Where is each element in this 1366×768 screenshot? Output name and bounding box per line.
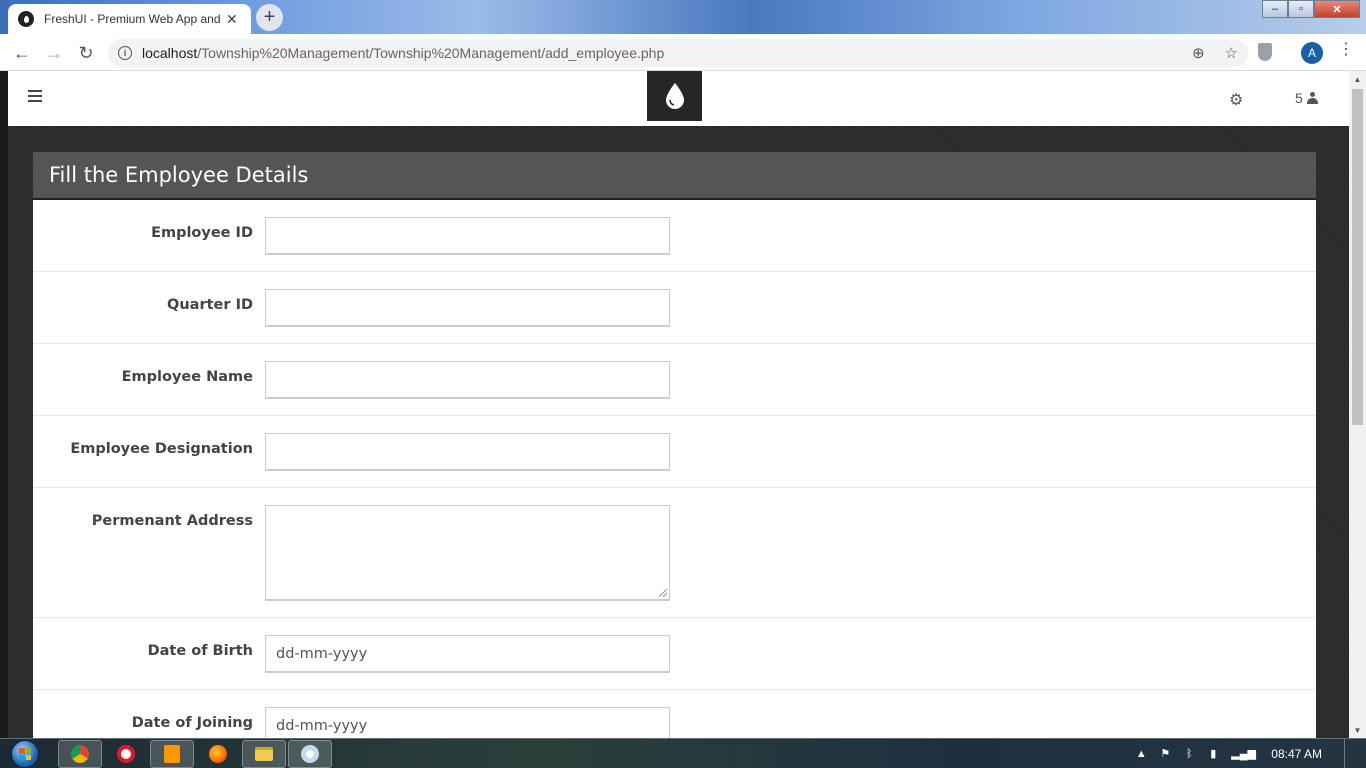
date-of-joining-input[interactable]: dd-mm-yyyy	[265, 707, 670, 738]
date-of-birth-label: Date of Birth	[147, 643, 253, 659]
permanent-address-label: Permenant Address	[91, 513, 253, 529]
paint-icon	[301, 745, 319, 763]
new-tab-button[interactable]: +	[256, 4, 283, 31]
employee-designation-label: Employee Designation	[70, 441, 253, 457]
url-text: localhost/Township%20Management/Township…	[142, 45, 665, 61]
quarter-id-label: Quarter ID	[167, 297, 253, 313]
show-desktop-button[interactable]	[1344, 739, 1356, 768]
firefox-icon	[209, 745, 227, 763]
reload-icon[interactable]: ↻	[74, 41, 98, 65]
tab-title: FreshUI - Premium Web App and	[44, 12, 220, 26]
forward-arrow-icon[interactable]: →	[42, 41, 66, 65]
employee-designation-input[interactable]	[265, 433, 670, 471]
employee-form-panel: Fill the Employee Details Employee ID Qu…	[33, 152, 1316, 738]
water-drop-icon	[665, 83, 684, 109]
show-hidden-icons-icon[interactable]: ▲	[1135, 748, 1147, 760]
taskbar-chrome[interactable]	[58, 740, 102, 768]
os-taskbar: ▲ ⚑ ᛒ ▮ ▂▄▆ 08:47 AM	[0, 738, 1366, 768]
page-scrollbar[interactable]: ▲ ▼	[1349, 71, 1366, 738]
power-icon[interactable]: ▮	[1207, 748, 1219, 760]
date-of-birth-input[interactable]: dd-mm-yyyy	[265, 635, 670, 673]
folder-icon	[255, 747, 273, 761]
taskbar-explorer[interactable]	[242, 740, 286, 768]
taskbar-paint[interactable]	[288, 740, 332, 768]
scroll-down-arrow-icon[interactable]: ▼	[1349, 722, 1366, 738]
profile-avatar[interactable]: A	[1301, 42, 1323, 64]
taskbar-opera[interactable]	[104, 740, 148, 768]
permanent-address-textarea[interactable]	[265, 505, 670, 601]
user-count-value: 5	[1295, 90, 1303, 106]
maximize-button[interactable]: ▫	[1288, 0, 1314, 18]
form-row-employee-designation: Employee Designation	[33, 416, 1316, 488]
opera-icon	[117, 745, 135, 763]
form-row-date-of-birth: Date of Birth dd-mm-yyyy	[33, 618, 1316, 690]
employee-name-input[interactable]	[265, 361, 670, 399]
user-icon	[1306, 92, 1318, 104]
sidebar-edge	[0, 71, 8, 738]
form-row-employee-name: Employee Name	[33, 344, 1316, 416]
browser-tab-strip: FreshUI - Premium Web App and ✕ + – ▫ ✕	[0, 0, 1366, 34]
browser-tab[interactable]: FreshUI - Premium Web App and ✕	[8, 4, 251, 34]
form-row-date-of-joining: Date of Joining dd-mm-yyyy	[33, 690, 1316, 738]
employee-id-input[interactable]	[265, 217, 670, 255]
tab-favicon-icon	[18, 11, 34, 27]
system-tray: ▲ ⚑ ᛒ ▮ ▂▄▆ 08:47 AM	[1135, 739, 1366, 768]
tab-close-icon[interactable]: ✕	[226, 11, 238, 28]
user-count-badge[interactable]: 5	[1295, 90, 1318, 106]
form-body: Employee ID Quarter ID Employee Name Emp…	[33, 200, 1316, 738]
zoom-icon[interactable]: ⊕	[1192, 44, 1205, 62]
scroll-up-arrow-icon[interactable]: ▲	[1349, 71, 1366, 87]
chrome-icon	[71, 745, 89, 763]
form-row-permanent-address: Permenant Address	[33, 488, 1316, 618]
employee-id-label: Employee ID	[151, 225, 253, 241]
taskbar-sublime[interactable]	[150, 740, 194, 768]
window-controls: – ▫ ✕	[1262, 0, 1360, 18]
date-of-joining-label: Date of Joining	[131, 715, 253, 731]
menu-toggle-icon[interactable]	[28, 90, 42, 102]
minimize-button[interactable]: –	[1262, 0, 1288, 18]
browser-menu-icon[interactable]: ⋮	[1338, 42, 1354, 58]
settings-gears-icon[interactable]: ⚙	[1229, 90, 1243, 110]
scroll-thumb[interactable]	[1352, 89, 1363, 425]
close-window-button[interactable]: ✕	[1314, 0, 1360, 18]
app-header: ⚙ 5	[8, 71, 1349, 126]
panel-title: Fill the Employee Details	[49, 163, 309, 187]
app-logo[interactable]	[647, 71, 702, 121]
bluetooth-icon[interactable]: ᛒ	[1183, 748, 1195, 760]
site-info-icon[interactable]: i	[118, 46, 132, 60]
bookmark-star-icon[interactable]: ☆	[1225, 44, 1238, 62]
form-row-quarter-id: Quarter ID	[33, 272, 1316, 344]
browser-toolbar: ← → ↻ i localhost/Township%20Management/…	[0, 34, 1366, 71]
windows-logo-icon	[19, 748, 31, 760]
start-button[interactable]	[8, 739, 42, 768]
page-viewport: ⚙ 5 Fill the Employee Details Employee I…	[0, 71, 1366, 738]
form-row-employee-id: Employee ID	[33, 200, 1316, 272]
sublime-icon	[164, 745, 180, 763]
network-signal-icon[interactable]: ▂▄▆	[1231, 748, 1256, 760]
back-arrow-icon[interactable]: ←	[10, 41, 34, 65]
employee-name-label: Employee Name	[121, 369, 253, 385]
action-center-icon[interactable]: ⚑	[1159, 748, 1171, 760]
quarter-id-input[interactable]	[265, 289, 670, 327]
taskbar-firefox[interactable]	[196, 740, 240, 768]
extension-shield-icon[interactable]	[1258, 43, 1272, 61]
panel-header: Fill the Employee Details	[33, 152, 1316, 200]
taskbar-clock[interactable]: 08:47 AM	[1271, 747, 1322, 761]
resize-handle-icon[interactable]	[659, 589, 667, 597]
address-bar[interactable]: i localhost/Township%20Management/Townsh…	[108, 39, 1248, 67]
